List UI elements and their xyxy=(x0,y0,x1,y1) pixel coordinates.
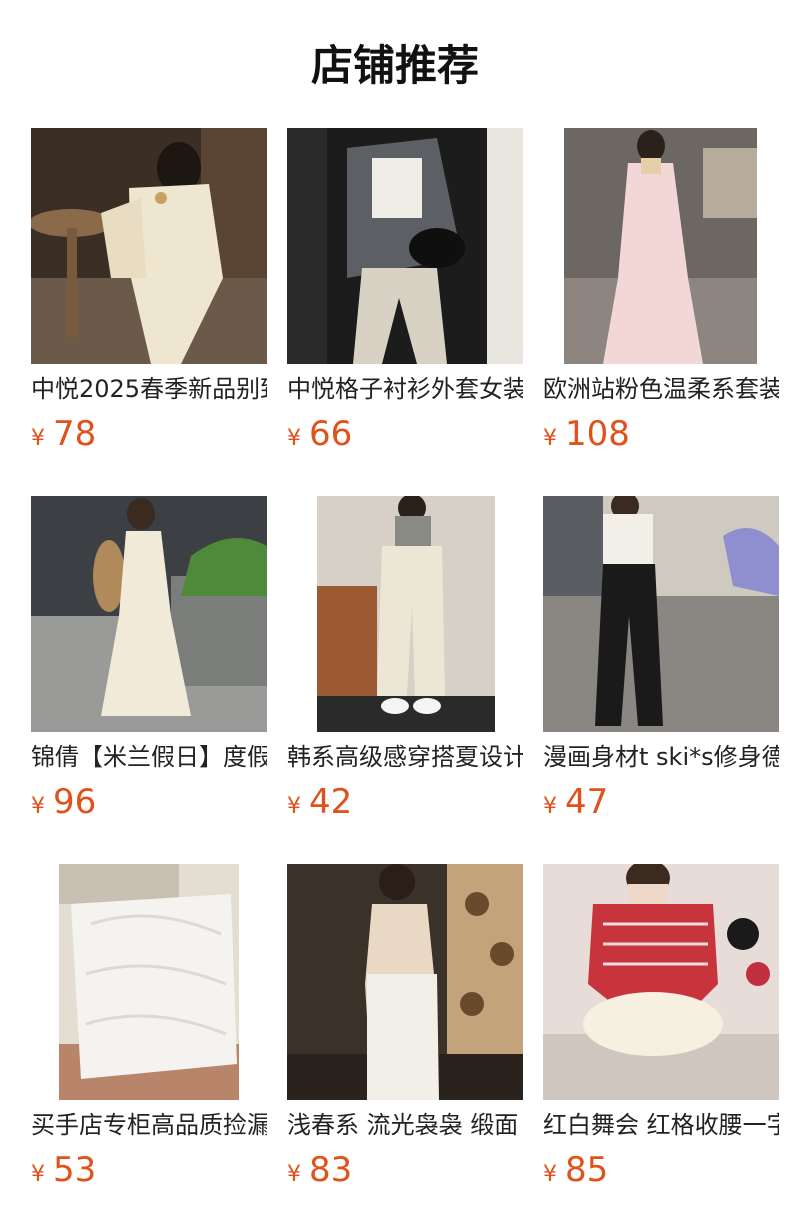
product-image[interactable] xyxy=(31,864,267,1100)
product-image[interactable] xyxy=(543,128,779,364)
product-price: ¥108 xyxy=(543,414,779,454)
product-image[interactable] xyxy=(543,496,779,732)
product-price: ¥85 xyxy=(543,1150,779,1190)
product-card[interactable]: 漫画身材t ski*s修身德 ¥47 xyxy=(543,496,779,822)
product-card[interactable]: 浅春系 流光袅袅 缎面 ¥83 xyxy=(287,864,523,1190)
product-card[interactable]: 红白舞会 红格收腰一字 ¥85 xyxy=(543,864,779,1190)
product-image[interactable] xyxy=(31,496,267,732)
price-value: 47 xyxy=(565,782,609,822)
product-card[interactable]: 锦倩【米兰假日】度假 ¥96 xyxy=(31,496,267,822)
product-name[interactable]: 中悦格子衬衫外套女装 xyxy=(287,374,523,404)
page-title: 店铺推荐 xyxy=(310,41,479,90)
product-price: ¥83 xyxy=(287,1150,523,1190)
product-price: ¥42 xyxy=(287,782,523,822)
product-price: ¥78 xyxy=(31,414,267,454)
product-name[interactable]: 漫画身材t ski*s修身德 xyxy=(543,742,779,772)
product-card[interactable]: 中悦2025春季新品别致 ¥78 xyxy=(31,128,267,454)
price-value: 83 xyxy=(309,1150,353,1190)
price-value: 42 xyxy=(309,782,353,822)
product-price: ¥53 xyxy=(31,1150,267,1190)
product-image[interactable] xyxy=(287,128,523,364)
product-card[interactable]: 韩系高级感穿搭夏设计 ¥42 xyxy=(287,496,523,822)
product-image[interactable] xyxy=(287,496,523,732)
product-name[interactable]: 浅春系 流光袅袅 缎面 xyxy=(287,1110,523,1140)
product-card[interactable]: 中悦格子衬衫外套女装 ¥66 xyxy=(287,128,523,454)
currency-symbol: ¥ xyxy=(287,426,301,451)
product-price: ¥96 xyxy=(31,782,267,822)
currency-symbol: ¥ xyxy=(287,1162,301,1187)
price-value: 108 xyxy=(565,414,630,454)
product-name[interactable]: 买手店专柜高品质捡漏 xyxy=(31,1110,267,1140)
price-value: 96 xyxy=(53,782,97,822)
currency-symbol: ¥ xyxy=(31,426,45,451)
product-image[interactable] xyxy=(31,128,267,364)
currency-symbol: ¥ xyxy=(543,794,557,819)
product-name[interactable]: 红白舞会 红格收腰一字 xyxy=(543,1110,779,1140)
price-value: 78 xyxy=(53,414,97,454)
product-card[interactable]: 欧洲站粉色温柔系套装 ¥108 xyxy=(543,128,779,454)
currency-symbol: ¥ xyxy=(31,1162,45,1187)
currency-symbol: ¥ xyxy=(543,1162,557,1187)
product-name[interactable]: 韩系高级感穿搭夏设计 xyxy=(287,742,523,772)
product-name[interactable]: 中悦2025春季新品别致 xyxy=(31,374,267,404)
product-price: ¥66 xyxy=(287,414,523,454)
price-value: 53 xyxy=(53,1150,97,1190)
currency-symbol: ¥ xyxy=(287,794,301,819)
shop-recommendation-page: 店铺推荐 中悦2025春季新品别致 ¥78 中悦格子衬衫外套女装 ¥ 66 欧洲… xyxy=(0,0,790,1232)
product-name[interactable]: 欧洲站粉色温柔系套装 xyxy=(543,374,779,404)
price-value: 66 xyxy=(309,414,353,454)
currency-symbol: ¥ xyxy=(31,794,45,819)
product-image[interactable] xyxy=(543,864,779,1100)
product-image[interactable] xyxy=(287,864,523,1100)
price-value: 85 xyxy=(565,1150,609,1190)
currency-symbol: ¥ xyxy=(543,426,557,451)
product-card[interactable]: 买手店专柜高品质捡漏 ¥53 xyxy=(31,864,267,1190)
product-price: ¥47 xyxy=(543,782,779,822)
product-name[interactable]: 锦倩【米兰假日】度假 xyxy=(31,742,267,772)
